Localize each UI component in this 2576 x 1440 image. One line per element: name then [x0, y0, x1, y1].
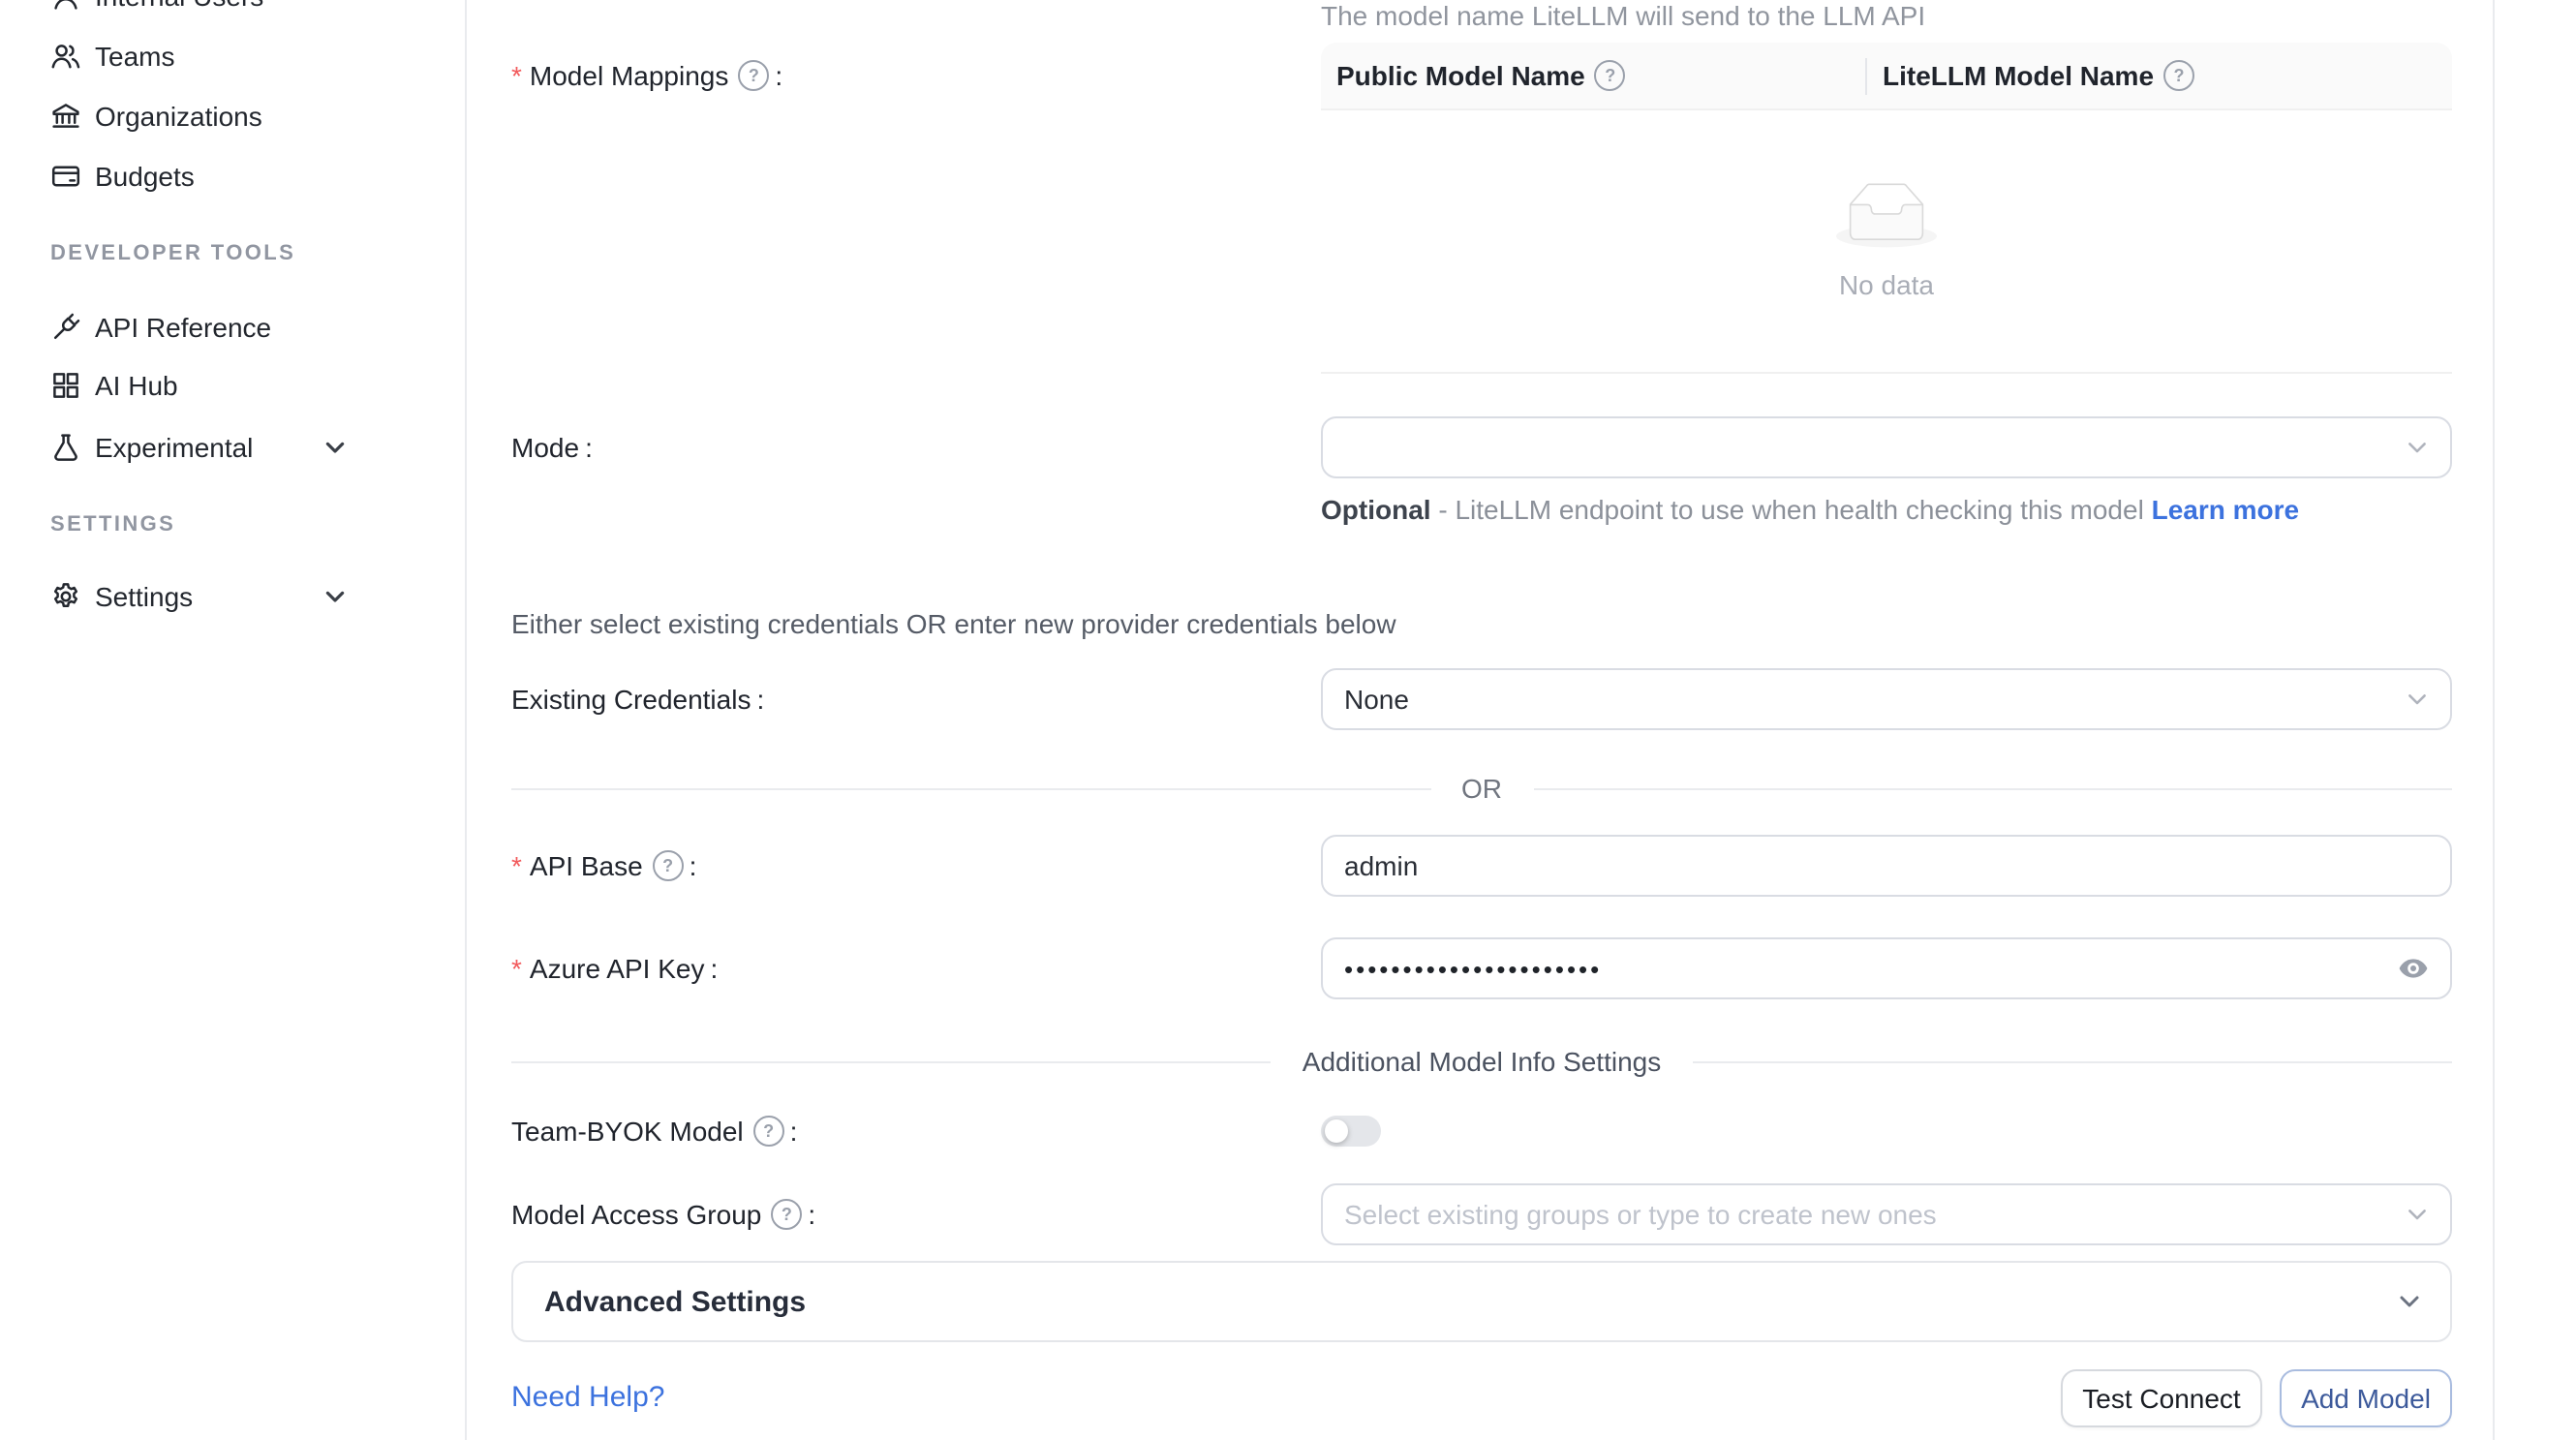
team-byok-label: Team-BYOK Model ? :: [511, 1115, 797, 1146]
chevron-down-icon: [322, 433, 349, 460]
column-separator: [1865, 58, 1867, 95]
credentials-note: Either select existing credentials OR en…: [511, 608, 1396, 639]
sidebar-item-label: AI Hub: [95, 370, 178, 401]
model-mappings-table: Public Model Name ? LiteLLM Model Name ?…: [1321, 43, 2452, 374]
table-empty-state: No data: [1321, 110, 2452, 372]
or-divider: OR: [511, 773, 2452, 804]
sidebar-item-budgets[interactable]: Budgets: [0, 137, 465, 214]
sidebar-item-label: Organizations: [95, 101, 262, 132]
empty-inbox-icon: [1836, 182, 1937, 254]
appstore-grid-icon: [50, 370, 81, 401]
litellm-admin-page: Internal Users Teams Organizations Budge…: [0, 0, 2576, 1440]
sidebar-item-label: API Reference: [95, 311, 271, 342]
model-mappings-label: * Model Mappings ? :: [511, 60, 782, 91]
sidebar-item-label: Internal Users: [95, 0, 263, 12]
table-header: Public Model Name ? LiteLLM Model Name ?: [1321, 43, 2452, 110]
model-access-group-select[interactable]: Select existing groups or type to create…: [1321, 1183, 2452, 1245]
bank-icon: [50, 101, 81, 132]
existing-credentials-select[interactable]: None: [1321, 668, 2452, 730]
help-icon[interactable]: ?: [2163, 60, 2194, 91]
help-icon[interactable]: ?: [738, 60, 769, 91]
sidebar-section-developer-tools: DEVELOPER TOOLS: [50, 242, 295, 265]
required-mark: *: [511, 60, 522, 91]
chevron-down-icon: [2406, 1203, 2429, 1226]
mode-helper-text: Optional - LiteLLM endpoint to use when …: [1321, 490, 2452, 529]
litellm-model-name-helper: The model name LiteLLM will send to the …: [1321, 0, 1925, 31]
need-help-link[interactable]: Need Help?: [511, 1381, 664, 1414]
existing-credentials-label: Existing Credentials :: [511, 684, 764, 715]
learn-more-link[interactable]: Learn more: [2152, 494, 2300, 525]
sidebar-item-label: Settings: [95, 580, 193, 611]
flask-icon: [50, 431, 81, 462]
gear-icon: [50, 580, 81, 611]
no-data-text: No data: [1839, 269, 1934, 300]
mode-select[interactable]: [1321, 416, 2452, 478]
help-icon[interactable]: ?: [653, 849, 684, 880]
azure-api-key-label: * Azure API Key :: [511, 953, 718, 984]
credit-card-icon: [50, 160, 81, 191]
advanced-settings-title: Advanced Settings: [544, 1285, 806, 1318]
sidebar-item-label: Teams: [95, 41, 174, 72]
api-base-input[interactable]: admin: [1321, 834, 2452, 896]
add-model-button[interactable]: Add Model: [2280, 1369, 2452, 1427]
advanced-settings-panel[interactable]: Advanced Settings: [511, 1261, 2452, 1342]
column-header-litellm-model-name: LiteLLM Model Name ?: [1865, 60, 2450, 91]
sidebar-item-label: Experimental: [95, 431, 253, 462]
model-access-group-label: Model Access Group ? :: [511, 1199, 815, 1230]
teams-icon: [50, 41, 81, 72]
add-model-form: The model name LiteLLM will send to the …: [465, 0, 2576, 1440]
mode-label: Mode :: [511, 432, 593, 463]
team-byok-toggle[interactable]: [1321, 1115, 1381, 1146]
sidebar-item-label: Budgets: [95, 160, 195, 191]
eye-icon[interactable]: [2398, 953, 2429, 984]
azure-api-key-input[interactable]: ••••••••••••••••••••••: [1321, 937, 2452, 999]
help-icon[interactable]: ?: [771, 1199, 802, 1230]
additional-info-divider: Additional Model Info Settings: [511, 1046, 2452, 1077]
required-mark: *: [511, 953, 522, 984]
api-plug-icon: [50, 311, 81, 342]
chevron-down-icon: [2396, 1288, 2423, 1315]
required-mark: *: [511, 849, 522, 880]
test-connect-button[interactable]: Test Connect: [2061, 1369, 2262, 1427]
column-header-public-model-name: Public Model Name ?: [1321, 60, 1865, 91]
sidebar-item-settings[interactable]: Settings: [0, 557, 465, 634]
user-icon: [50, 0, 81, 12]
chevron-down-icon: [322, 582, 349, 609]
sidebar-item-experimental[interactable]: Experimental: [0, 408, 465, 485]
chevron-down-icon: [2406, 688, 2429, 711]
api-base-label: * API Base ? :: [511, 849, 696, 880]
help-icon[interactable]: ?: [753, 1115, 784, 1146]
help-icon[interactable]: ?: [1595, 60, 1626, 91]
sidebar: Internal Users Teams Organizations Budge…: [0, 0, 467, 1440]
content-right-border: [2493, 0, 2495, 1440]
sidebar-section-settings: SETTINGS: [50, 512, 175, 536]
chevron-down-icon: [2406, 436, 2429, 459]
